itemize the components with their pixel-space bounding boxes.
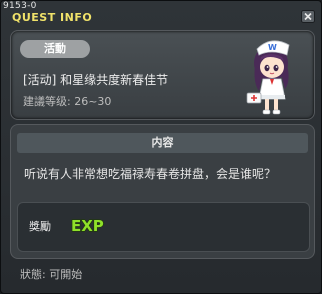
close-icon[interactable] — [301, 10, 315, 23]
npc-portrait-icon: W — [246, 40, 290, 115]
svg-text:W: W — [268, 43, 277, 52]
quest-content-panel: 内容 听说有人非常想吃福禄寿春卷拼盘，会是谁呢？ 獎勵 EXP — [10, 124, 315, 259]
quest-description: 听说有人非常想吃福禄寿春卷拼盘，会是谁呢？ — [24, 167, 277, 181]
reward-box: 獎勵 EXP — [17, 202, 310, 252]
exp-text: EXP — [71, 217, 104, 235]
quest-category-badge: 活動 — [20, 40, 90, 58]
quest-id: 9153-0 — [3, 1, 37, 11]
quest-name: [活动] 和星缘共度新春佳节 — [23, 73, 169, 87]
quest-status: 狀態: 可開始 — [20, 268, 83, 281]
quest-summary-card: 活動 [活动] 和星缘共度新春佳节 建議等级: 26~30 W — [10, 30, 315, 120]
content-header: 内容 — [17, 133, 308, 153]
quest-info-window: 9153-0 QUEST INFO 活動 [活动] 和星缘共度新春佳节 建議等级… — [0, 0, 322, 294]
reward-label: 獎勵 — [29, 220, 51, 233]
window-title: QUEST INFO — [12, 11, 93, 24]
exp-icon: EXP — [70, 216, 104, 235]
recommended-level: 建議等级: 26~30 — [23, 95, 112, 108]
